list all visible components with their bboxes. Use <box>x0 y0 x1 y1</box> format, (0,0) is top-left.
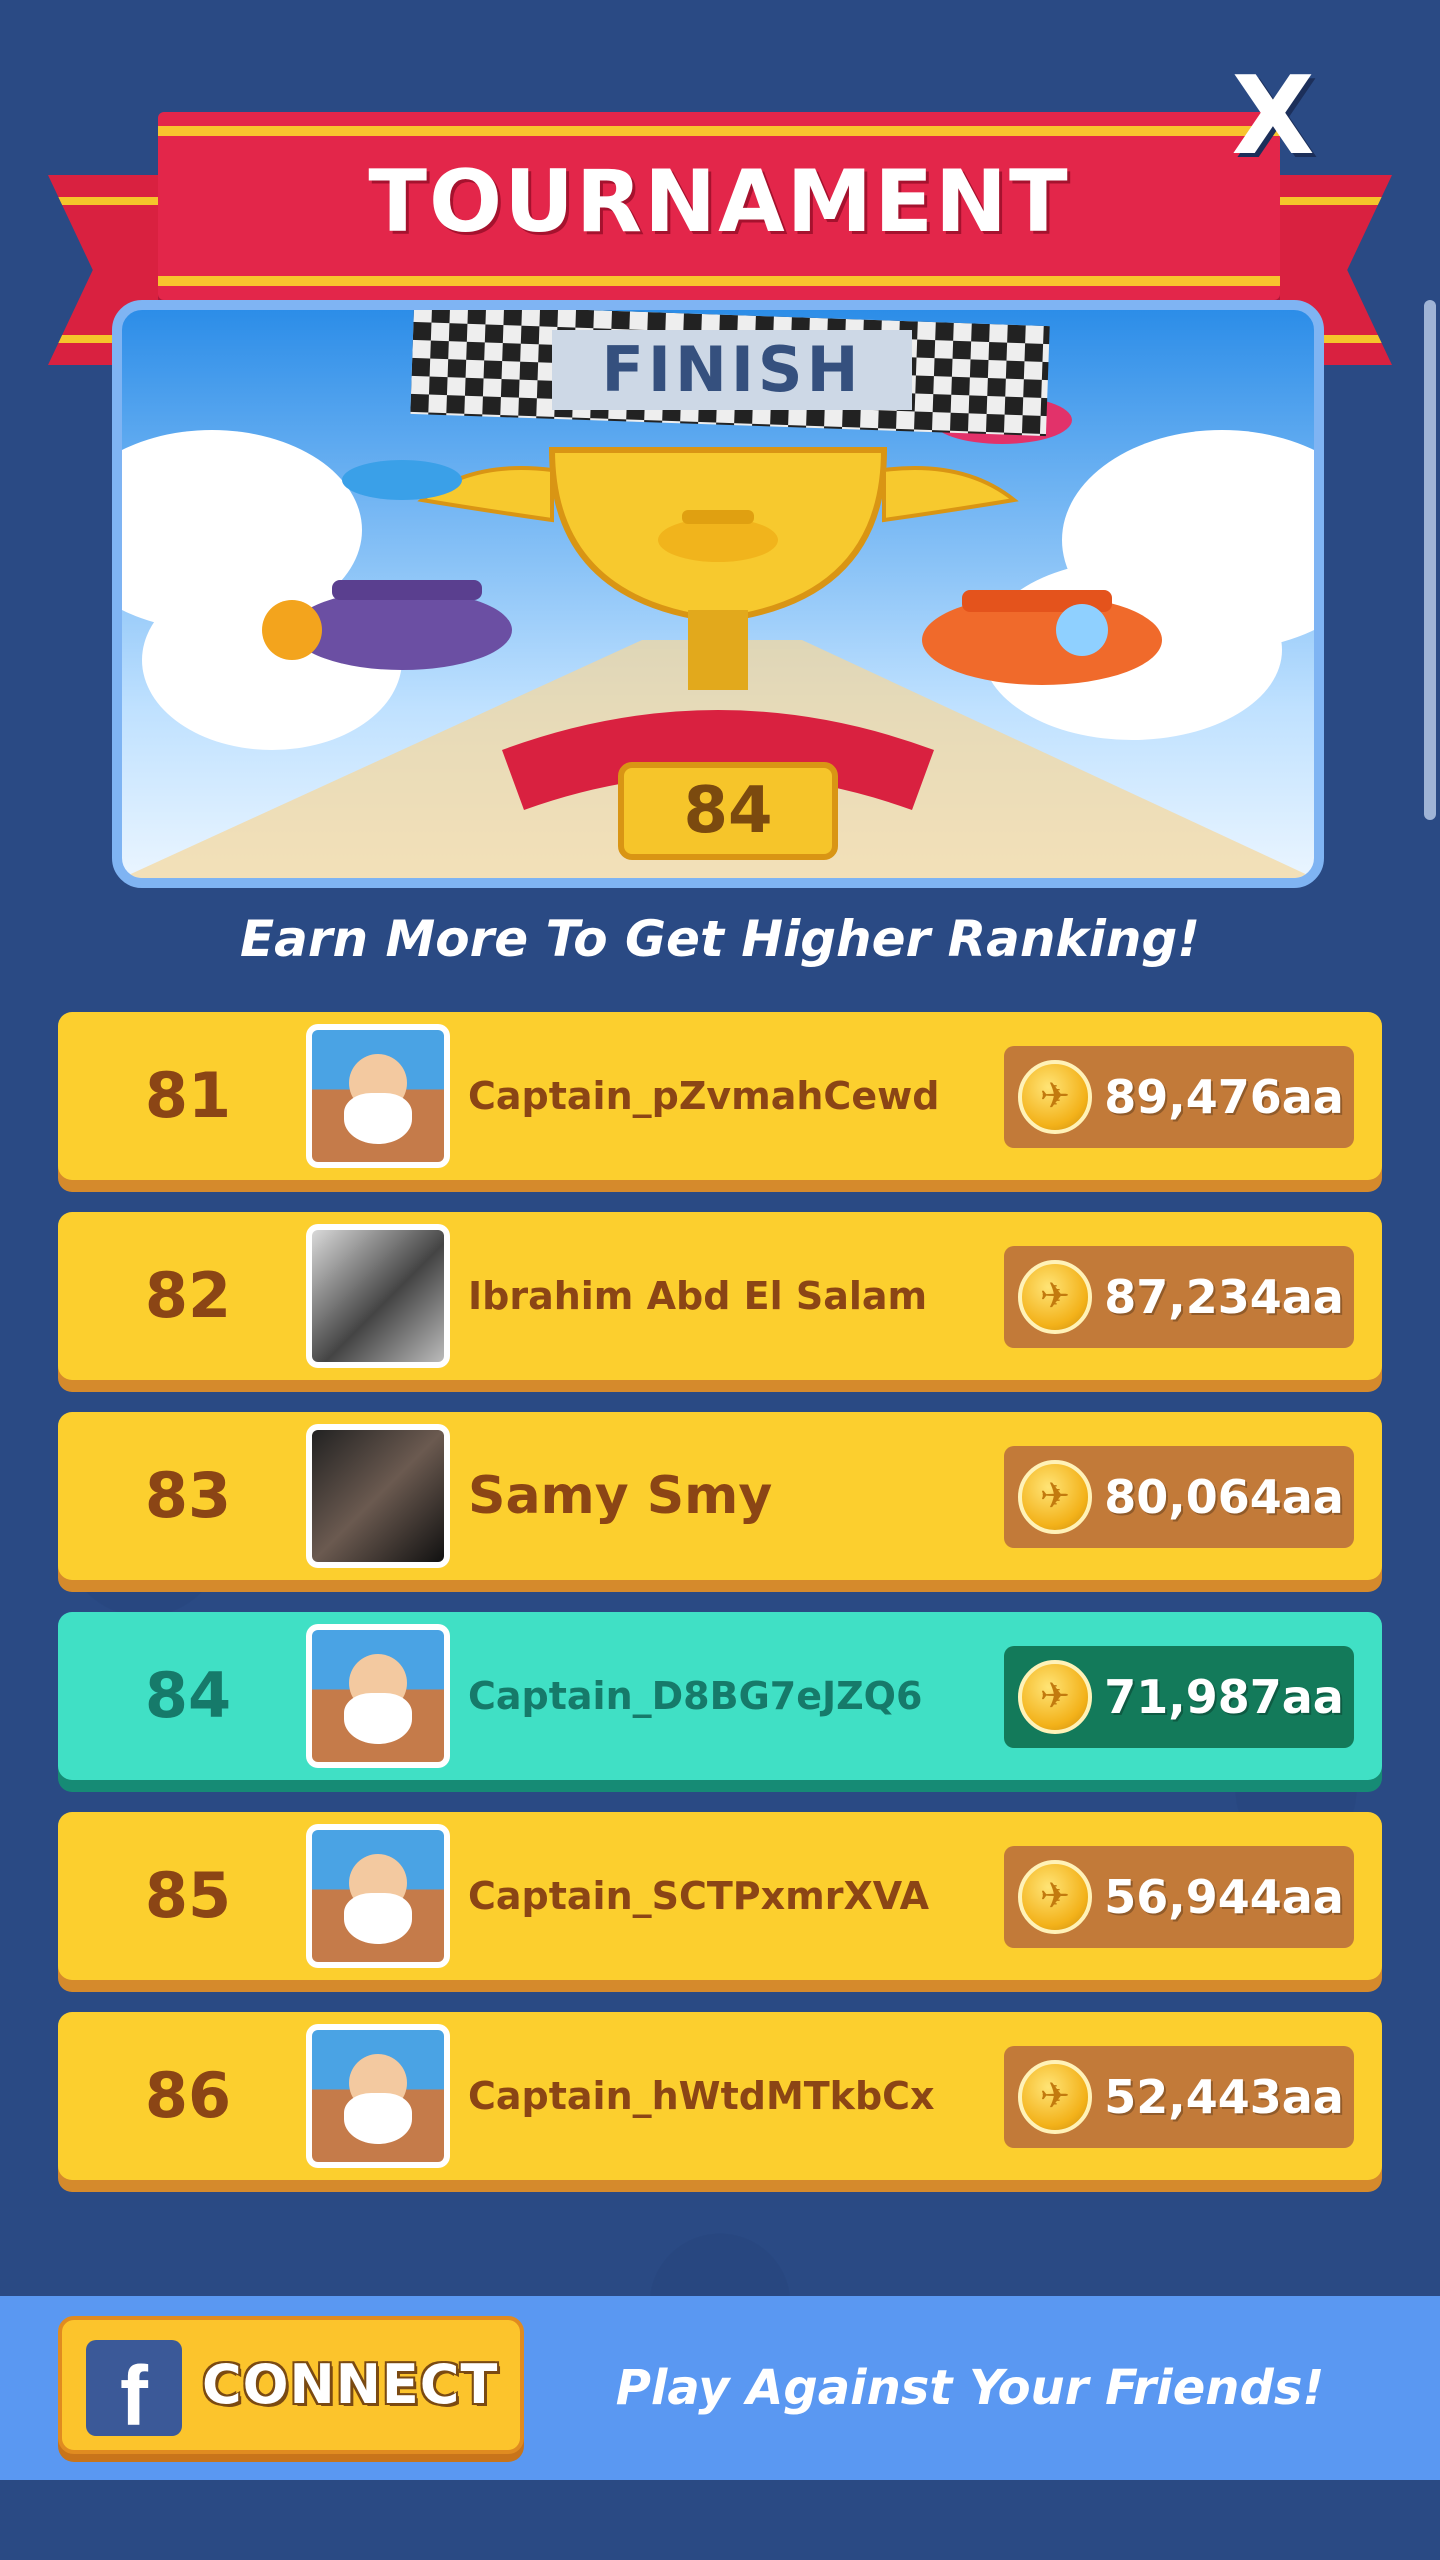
player-name: Samy Smy <box>468 1466 773 1526</box>
banner-title: TOURNAMENT <box>368 152 1070 252</box>
photo-avatar <box>306 1224 450 1368</box>
captain-avatar <box>306 2024 450 2168</box>
score-badge: ✈ 87,234aa <box>1004 1246 1354 1348</box>
player-name: Captain_D8BG7eJZQ6 <box>468 1674 923 1718</box>
score-value: 56,944aa <box>1104 1870 1344 1924</box>
leaderboard-row: 81 Captain_pZvmahCewd ✈ 89,476aa <box>58 1012 1382 1180</box>
photo-avatar <box>306 1424 450 1568</box>
leaderboard-row: 86 Captain_hWtdMTkbCx ✈ 52,443aa <box>58 2012 1382 2180</box>
coin-icon: ✈ <box>1018 1460 1092 1534</box>
captain-avatar <box>306 1824 450 1968</box>
score-badge: ✈ 80,064aa <box>1004 1446 1354 1548</box>
scrollbar[interactable] <box>1424 300 1436 820</box>
player-name: Captain_hWtdMTkbCx <box>468 2074 935 2118</box>
score-value: 52,443aa <box>1104 2070 1344 2124</box>
coin-icon: ✈ <box>1018 2060 1092 2134</box>
purple-plane-icon <box>262 580 512 670</box>
facebook-connect-button[interactable]: f CONNECT <box>58 2316 524 2454</box>
blue-plane-icon <box>342 460 462 500</box>
connect-label: CONNECT <box>202 2353 499 2416</box>
rank-number: 83 <box>144 1459 232 1532</box>
subtitle: Earn More To Get Higher Ranking! <box>239 910 1201 968</box>
captain-avatar <box>306 1624 450 1768</box>
coin-icon: ✈ <box>1018 1060 1092 1134</box>
captain-avatar <box>306 1024 450 1168</box>
coin-icon: ✈ <box>1018 1260 1092 1334</box>
coin-icon: ✈ <box>1018 1660 1092 1734</box>
close-button[interactable]: X <box>1228 62 1318 172</box>
leaderboard: 81 Captain_pZvmahCewd ✈ 89,476aa 82 Ibra… <box>58 1012 1382 2212</box>
leaderboard-row: 85 Captain_SCTPxmrXVA ✈ 56,944aa <box>58 1812 1382 1980</box>
player-name: Captain_SCTPxmrXVA <box>468 1874 930 1918</box>
leaderboard-row: 82 Ibrahim Abd El Salam ✈ 87,234aa <box>58 1212 1382 1380</box>
ribbon: TOURNAMENT <box>158 112 1280 300</box>
rank-number: 81 <box>144 1059 232 1132</box>
score-value: 71,987aa <box>1104 1670 1344 1724</box>
rank-number: 82 <box>144 1259 232 1332</box>
score-badge: ✈ 89,476aa <box>1004 1046 1354 1148</box>
score-badge: ✈ 71,987aa <box>1004 1646 1354 1748</box>
coin-icon: ✈ <box>1018 1860 1092 1934</box>
orange-plane-icon <box>922 590 1162 685</box>
facebook-icon: f <box>86 2340 182 2443</box>
trophy-rank: 84 <box>618 762 838 860</box>
score-value: 80,064aa <box>1104 1470 1344 1524</box>
rank-number: 84 <box>144 1659 232 1732</box>
tournament-hero-image: FINISH 84 <box>112 300 1324 888</box>
score-value: 87,234aa <box>1104 1270 1344 1324</box>
player-name: Ibrahim Abd El Salam <box>468 1274 928 1318</box>
finish-label: FINISH <box>552 330 912 410</box>
rank-number: 86 <box>144 2059 232 2132</box>
player-name: Captain_pZvmahCewd <box>468 1074 940 1118</box>
leaderboard-row: 83 Samy Smy ✈ 80,064aa <box>58 1412 1382 1580</box>
rank-number: 85 <box>144 1859 232 1932</box>
leaderboard-row-current-player: 84 Captain_D8BG7eJZQ6 ✈ 71,987aa <box>58 1612 1382 1780</box>
footer-bar: f CONNECT Play Against Your Friends! <box>0 2296 1440 2480</box>
score-badge: ✈ 56,944aa <box>1004 1846 1354 1948</box>
score-badge: ✈ 52,443aa <box>1004 2046 1354 2148</box>
footer-tagline: Play Against Your Friends! <box>615 2360 1325 2416</box>
score-value: 89,476aa <box>1104 1070 1344 1124</box>
